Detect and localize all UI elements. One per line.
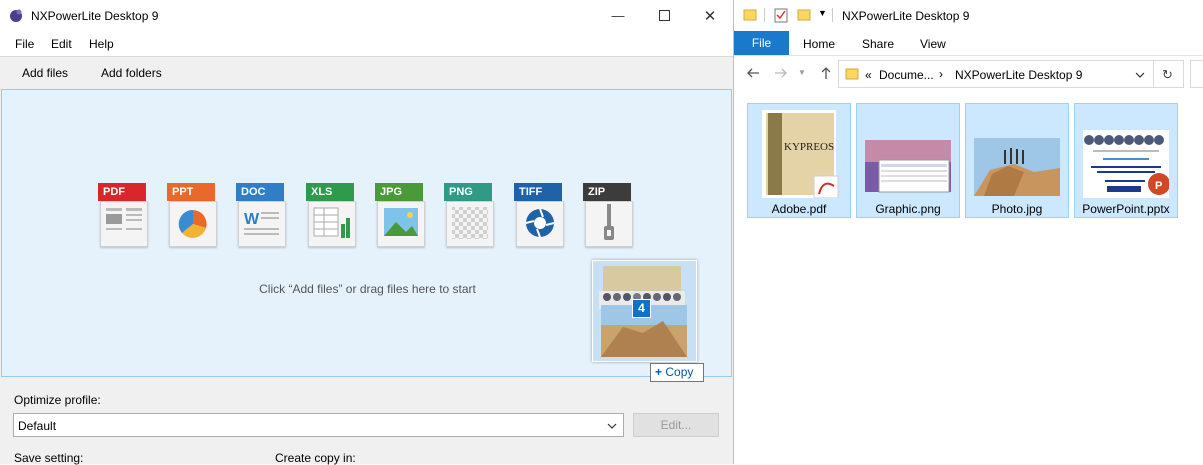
customize-toolbar-icon[interactable]: ▼: [818, 8, 827, 18]
svg-text:W: W: [244, 211, 260, 228]
file-type-label: ZIP: [583, 183, 631, 201]
file-type-label: XLS: [306, 183, 354, 201]
file-tile-powerpoint-pptx[interactable]: P PowerPoint.pptx: [1074, 103, 1178, 218]
tab-share[interactable]: Share: [862, 37, 894, 51]
jpg-thumbnail: [974, 110, 1060, 198]
zip-file-icon: ZIP: [583, 183, 637, 247]
pdf-file-icon: PDF: [98, 183, 152, 247]
chevron-down-icon: [607, 420, 617, 430]
up-arrow-icon[interactable]: [819, 66, 833, 83]
menu-help[interactable]: Help: [89, 37, 114, 51]
ribbon-tabs: File Home Share View: [734, 31, 1203, 56]
jpg-file-icon: JPG: [375, 183, 429, 247]
search-input[interactable]: [1190, 60, 1203, 88]
file-tile-photo-jpg[interactable]: Photo.jpg: [965, 103, 1069, 218]
close-icon: ✕: [703, 7, 717, 25]
tiff-file-icon: TIFF: [514, 183, 568, 247]
drag-count: 4: [638, 301, 645, 315]
pptx-thumbnail: P: [1083, 110, 1170, 198]
breadcrumb-current[interactable]: NXPowerLite Desktop 9: [955, 68, 1082, 82]
recent-dropdown-icon[interactable]: ▼: [798, 68, 806, 77]
explorer-title-bar: ▼ NXPowerLite Desktop 9: [734, 0, 1203, 31]
forward-arrow-icon[interactable]: [774, 66, 788, 83]
file-type-label: PPT: [167, 183, 215, 201]
divider: [764, 8, 765, 22]
menu-edit[interactable]: Edit: [51, 37, 72, 51]
tab-file[interactable]: File: [734, 31, 789, 55]
create-copy-label: Create copy in:: [275, 451, 356, 465]
menu-bar: File Edit Help: [0, 31, 733, 57]
file-name: Adobe.pdf: [771, 202, 827, 216]
file-name: Graphic.png: [875, 202, 941, 216]
file-type-label: DOC: [236, 183, 284, 201]
folder-icon: [743, 8, 757, 25]
tab-home[interactable]: Home: [803, 37, 835, 51]
file-type-label: JPG: [375, 183, 423, 201]
doc-file-icon: DOC W: [236, 183, 290, 247]
pdf-thumbnail: KYPREOS: [756, 110, 842, 199]
png-file-icon: PNG: [444, 183, 498, 247]
window-title: NXPowerLite Desktop 9: [31, 9, 159, 23]
explorer-window: ▼ NXPowerLite Desktop 9 File Home Share …: [734, 0, 1203, 464]
save-setting-label: Save setting:: [14, 451, 84, 465]
file-type-label: PNG: [444, 183, 492, 201]
file-name: Photo.jpg: [991, 202, 1043, 216]
drag-count-badge-box: 4: [632, 299, 651, 318]
title-bar: NXPowerLite Desktop 9 — ✕: [0, 0, 733, 31]
refresh-icon: ↻: [1162, 67, 1173, 82]
copy-tooltip: + Copy: [650, 363, 704, 382]
maximize-button[interactable]: [641, 0, 687, 31]
minimize-icon: —: [611, 8, 625, 23]
file-type-label: TIFF: [514, 183, 562, 201]
toolbar: Add files Add folders: [0, 57, 733, 89]
explorer-title: NXPowerLite Desktop 9: [842, 9, 970, 23]
tab-view[interactable]: View: [920, 37, 946, 51]
back-arrow-icon[interactable]: [746, 66, 760, 83]
optimize-profile-label: Optimize profile:: [14, 393, 101, 407]
svg-text:P: P: [1155, 180, 1162, 192]
breadcrumb-overflow[interactable]: «: [865, 68, 872, 82]
ppt-file-icon: PPT: [167, 183, 221, 247]
properties-icon[interactable]: [774, 7, 788, 26]
optimize-profile-select[interactable]: Default: [13, 413, 624, 437]
plus-icon: +: [655, 365, 663, 379]
folder-icon: [845, 67, 859, 84]
png-thumbnail: [865, 110, 951, 198]
nxpowerlite-window: NXPowerLite Desktop 9 — ✕ File Edit Help…: [0, 0, 734, 465]
copy-label: Copy: [665, 365, 694, 379]
menu-file[interactable]: File: [15, 37, 34, 51]
app-logo-icon: [9, 8, 24, 23]
breadcrumb-parent[interactable]: Docume...: [879, 68, 934, 82]
file-tile-graphic-png[interactable]: Graphic.png: [856, 103, 960, 218]
file-type-label: PDF: [98, 183, 146, 201]
drop-zone[interactable]: PDF PPT DOC W XLS JPG PNG TIFF ZIP Click…: [1, 89, 732, 377]
chevron-right-icon: ›: [939, 67, 943, 81]
new-folder-icon[interactable]: [797, 8, 811, 25]
edit-profile-button[interactable]: Edit...: [633, 413, 719, 437]
address-bar[interactable]: « Docume... › NXPowerLite Desktop 9: [838, 60, 1154, 88]
add-files-button[interactable]: Add files: [22, 66, 68, 80]
add-folders-button[interactable]: Add folders: [101, 66, 162, 80]
svg-text:KYPREOS: KYPREOS: [784, 141, 834, 153]
profile-value: Default: [18, 419, 57, 433]
refresh-button[interactable]: ↻: [1154, 60, 1184, 88]
file-tile-adobe-pdf[interactable]: KYPREOS Adobe.pdf: [747, 103, 851, 218]
close-button[interactable]: ✕: [687, 0, 733, 31]
divider: [832, 8, 833, 22]
maximize-icon: [658, 10, 670, 21]
file-name: PowerPoint.pptx: [1082, 202, 1170, 216]
xls-file-icon: XLS: [306, 183, 360, 247]
chevron-down-icon[interactable]: [1135, 69, 1145, 83]
minimize-button[interactable]: —: [595, 0, 641, 31]
